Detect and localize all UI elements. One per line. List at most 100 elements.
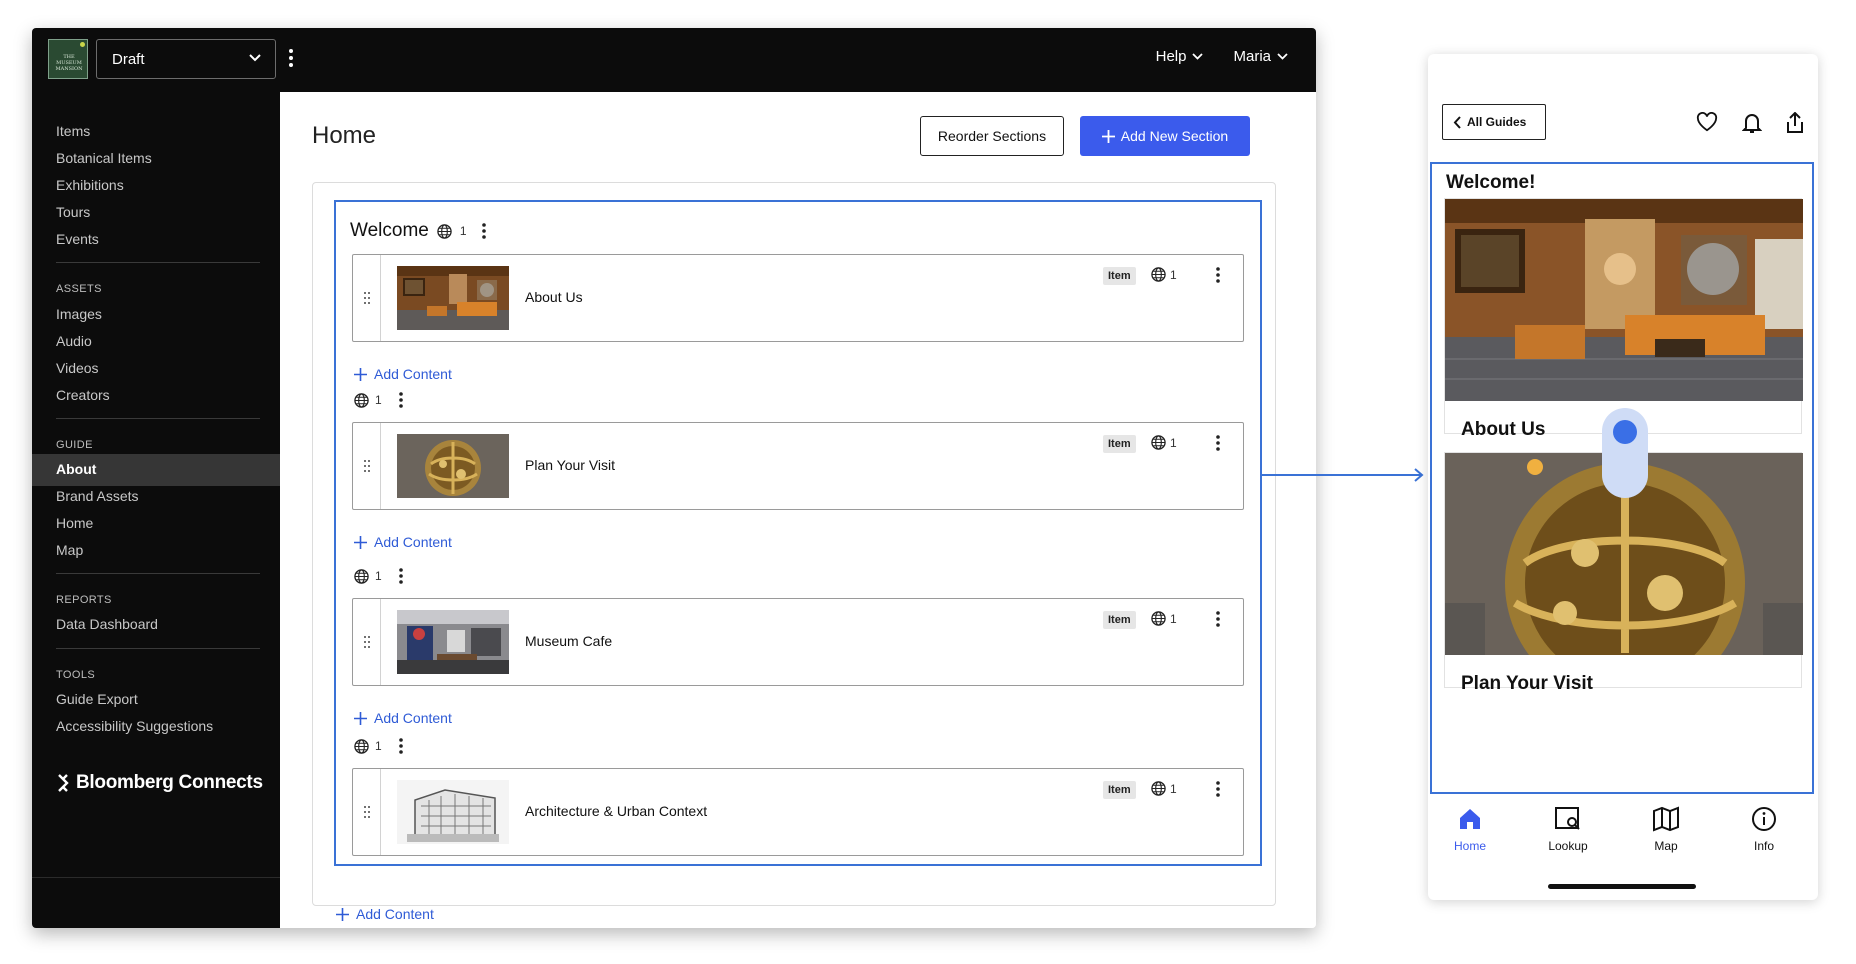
reorder-sections-button[interactable]: Reorder Sections	[920, 116, 1064, 156]
globe-icon	[1151, 267, 1166, 282]
sidebar-item-videos[interactable]: Videos	[56, 360, 99, 376]
language-indicator: 1	[1151, 781, 1177, 796]
help-menu[interactable]: Help	[1156, 48, 1204, 65]
phone-preview: All Guides Welcome! About Us Plan Your V…	[1428, 54, 1818, 900]
sidebar-item-images[interactable]: Images	[56, 306, 102, 322]
globe-icon	[354, 738, 369, 754]
sidebar-item-botanical-items[interactable]: Botanical Items	[56, 150, 152, 166]
sidebar-item-brand-assets[interactable]: Brand Assets	[56, 488, 139, 504]
add-content-button[interactable]: Add Content	[354, 710, 452, 726]
phone-header-actions	[1696, 112, 1804, 134]
sidebar-item-exhibitions[interactable]: Exhibitions	[56, 177, 124, 193]
sidebar-divider	[56, 262, 260, 263]
sidebar-item-guide-export[interactable]: Guide Export	[56, 691, 138, 707]
scroll-indicator-thumb[interactable]	[1613, 420, 1637, 444]
cms-window: THE MUSEUM MANSION Draft Help Maria Item…	[32, 28, 1316, 928]
section-language-count: 1	[459, 224, 467, 238]
stage: THE MUSEUM MANSION Draft Help Maria Item…	[0, 0, 1856, 964]
chevron-down-icon	[1277, 53, 1288, 60]
plus-icon	[354, 367, 367, 381]
add-content-button[interactable]: Add Content	[354, 534, 452, 550]
tab-info[interactable]: Info	[1724, 806, 1804, 853]
content-title: Architecture & Urban Context	[525, 803, 708, 819]
sidebar-item-map[interactable]: Map	[56, 542, 83, 558]
about-us-image	[1445, 199, 1803, 401]
more-vertical-icon[interactable]	[1215, 611, 1221, 627]
sidebar-item-audio[interactable]: Audio	[56, 333, 92, 349]
add-content-label: Add Content	[356, 906, 434, 922]
sidebar-item-accessibility-suggestions[interactable]: Accessibility Suggestions	[56, 718, 213, 734]
drag-handle[interactable]	[353, 769, 381, 855]
drag-handle[interactable]	[353, 423, 381, 509]
tab-map[interactable]: Map	[1626, 806, 1706, 853]
arrow-right-icon	[1414, 468, 1424, 482]
more-vertical-icon[interactable]	[398, 568, 404, 584]
sidebar-item-tours[interactable]: Tours	[56, 204, 90, 220]
bell-icon[interactable]	[1742, 112, 1762, 134]
sidebar-heading-assets: ASSETS	[56, 283, 102, 295]
language-indicator: 1	[1151, 435, 1177, 450]
drag-handle[interactable]	[353, 599, 381, 685]
language-count: 1	[1170, 611, 1177, 626]
globe-icon	[1151, 611, 1166, 626]
bloomberg-connects-logo-icon	[58, 774, 69, 792]
more-vertical-icon[interactable]	[398, 392, 404, 408]
content-card[interactable]: Plan Your Visit Item 1	[352, 422, 1244, 510]
lookup-icon	[1555, 807, 1580, 830]
more-vertical-icon[interactable]	[1215, 267, 1221, 283]
sidebar-item-creators[interactable]: Creators	[56, 387, 110, 403]
map-icon	[1653, 806, 1679, 832]
language-count: 1	[1170, 781, 1177, 796]
share-icon[interactable]	[1786, 112, 1804, 134]
row-language-count: 1	[375, 393, 382, 407]
sidebar-heading-reports: REPORTS	[56, 594, 112, 606]
header-menus: Help Maria	[1156, 48, 1288, 65]
more-vertical-icon[interactable]	[398, 738, 404, 754]
sidebar-item-events[interactable]: Events	[56, 231, 99, 247]
tab-lookup[interactable]: Lookup	[1528, 806, 1608, 853]
phone-card[interactable]: About Us	[1444, 198, 1803, 440]
drag-handle[interactable]	[353, 255, 381, 341]
info-icon	[1752, 807, 1776, 831]
heart-icon[interactable]	[1696, 112, 1718, 132]
content-card[interactable]: Museum Cafe Item 1	[352, 598, 1244, 686]
sidebar-item-about[interactable]: About	[56, 461, 96, 477]
more-vertical-icon[interactable]	[1215, 781, 1221, 797]
row-meta: 1	[354, 738, 404, 754]
page-title: Home	[312, 122, 377, 149]
more-vertical-icon[interactable]	[288, 48, 294, 68]
tab-home[interactable]: Home	[1430, 806, 1510, 853]
more-vertical-icon[interactable]	[1215, 435, 1221, 451]
language-count: 1	[1170, 435, 1177, 450]
user-menu[interactable]: Maria	[1233, 48, 1288, 65]
status-select[interactable]: Draft	[96, 39, 276, 79]
about-us-thumbnail	[397, 266, 509, 330]
welcome-section[interactable]: Welcome 1 About Us Item 1 Add Content 1 …	[334, 200, 1262, 866]
add-new-section-button[interactable]: Add New Section	[1080, 116, 1250, 156]
museum-logo[interactable]: THE MUSEUM MANSION	[48, 39, 88, 79]
phone-section-title: Welcome!	[1446, 172, 1536, 193]
content-title: Plan Your Visit	[525, 457, 616, 473]
brand-name: Bloomberg Connects	[76, 772, 263, 793]
more-vertical-icon[interactable]	[481, 223, 487, 239]
preview-connector-line	[1260, 474, 1422, 476]
sidebar-item-items[interactable]: Items	[56, 123, 90, 139]
drag-handle-icon	[364, 806, 370, 818]
globe-icon	[1151, 435, 1166, 450]
plus-icon	[1101, 129, 1115, 143]
add-content-label: Add Content	[374, 534, 452, 550]
item-type-badge: Item	[1103, 781, 1136, 799]
content-title: Museum Cafe	[525, 633, 613, 649]
sidebar-item-data-dashboard[interactable]: Data Dashboard	[56, 616, 158, 632]
sidebar-item-home[interactable]: Home	[56, 515, 93, 531]
content-card[interactable]: About Us Item 1	[352, 254, 1244, 342]
content-card[interactable]: Architecture & Urban Context Item 1	[352, 768, 1244, 856]
sidebar-divider	[56, 648, 260, 649]
add-content-button[interactable]: Add Content	[354, 366, 452, 382]
architecture-thumbnail	[397, 780, 509, 844]
add-content-button[interactable]: Add Content	[336, 906, 434, 922]
all-guides-button[interactable]: All Guides	[1442, 104, 1546, 140]
drag-handle-icon	[364, 292, 370, 304]
sidebar-heading-guide: GUIDE	[56, 439, 93, 451]
globe-icon	[437, 223, 452, 239]
